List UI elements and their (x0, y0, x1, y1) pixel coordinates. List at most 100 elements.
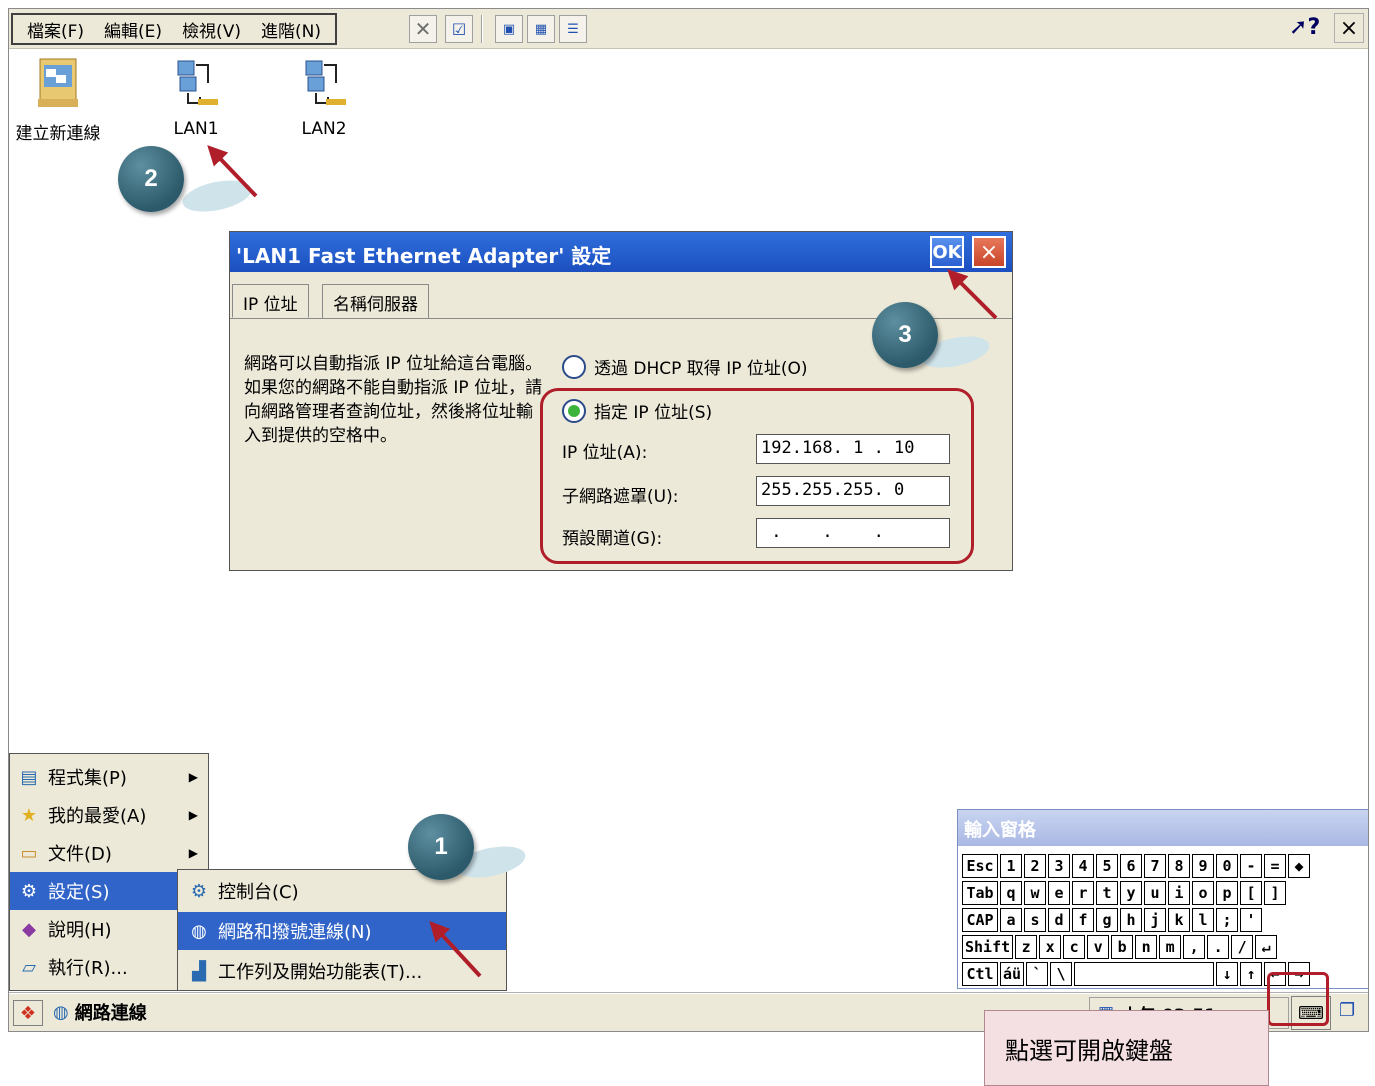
properties-icon[interactable]: ☑ (445, 15, 473, 43)
keyboard-key[interactable]: b (1111, 935, 1134, 959)
close-button[interactable]: × (1334, 13, 1364, 43)
keyboard-key[interactable]: n (1135, 935, 1158, 959)
keyboard-key[interactable]: 8 (1168, 854, 1190, 878)
keyboard-key[interactable]: \ (1050, 962, 1073, 986)
keyboard-key[interactable]: ◆ (1288, 854, 1310, 878)
details-view-icon[interactable]: ☰ (559, 15, 587, 43)
network-adapter-icon (168, 55, 224, 115)
start-menu-label: 執行(R)... (48, 958, 128, 979)
keyboard-key[interactable]: s (1024, 908, 1046, 932)
large-icons-view-icon[interactable]: ▣ (495, 15, 523, 43)
keyboard-key[interactable]: w (1024, 881, 1046, 905)
keyboard-key[interactable]: . (1207, 935, 1230, 959)
radio-dhcp-circle[interactable] (562, 354, 586, 379)
keyboard-key[interactable]: l (1192, 908, 1214, 932)
keyboard-key[interactable]: g (1096, 908, 1118, 932)
keyboard-key[interactable]: 2 (1024, 854, 1046, 878)
documents-icon: ▭ (20, 842, 38, 864)
keyboard-callout: 點選可開啟鍵盤 (984, 1010, 1269, 1086)
keyboard-key[interactable]: 7 (1144, 854, 1166, 878)
start-menu-documents[interactable]: ▭ 文件(D) ▶ (10, 834, 208, 872)
keyboard-key[interactable]: áü (1000, 962, 1025, 986)
settings-submenu: ⚙ 控制台(C) ◍ 網路和撥號連線(N) ▟ 工作列及開始功能表(T)... (177, 869, 507, 991)
keyboard-key[interactable]: ↓ (1216, 962, 1239, 986)
keyboard-key[interactable]: 3 (1048, 854, 1070, 878)
keyboard-key[interactable]: - (1240, 854, 1262, 878)
start-menu-programs[interactable]: ▤ 程式集(P) ▶ (10, 758, 208, 796)
keyboard-key[interactable]: 0 (1216, 854, 1238, 878)
keyboard-key[interactable]: ` (1026, 962, 1049, 986)
keyboard-key[interactable]: ] (1264, 881, 1286, 905)
keyboard-key[interactable]: d (1048, 908, 1070, 932)
tab-ip-address[interactable]: IP 位址 (232, 284, 309, 318)
menu-group: 檔案(F) 編輯(E) 檢視(V) 進階(N) (11, 13, 337, 45)
help-book-icon: ◆ (22, 918, 36, 940)
tab-name-servers[interactable]: 名稱伺服器 (322, 284, 429, 318)
keyboard-key[interactable]: p (1216, 881, 1238, 905)
submenu-control-panel[interactable]: ⚙ 控制台(C) (178, 872, 506, 910)
keyboard-key[interactable]: 4 (1072, 854, 1094, 878)
step-2-badge: 2 (118, 146, 184, 212)
keyboard-key[interactable]: v (1087, 935, 1110, 959)
keyboard-key[interactable]: / (1231, 935, 1254, 959)
keyboard-key[interactable]: Esc (962, 854, 998, 878)
keyboard-key[interactable] (1074, 962, 1215, 986)
keyboard-key[interactable]: c (1063, 935, 1086, 959)
menu-advanced[interactable]: 進階(N) (251, 17, 331, 42)
lan1-settings-dialog: 'LAN1 Fast Ethernet Adapter' 設定 OK × IP … (229, 231, 1013, 571)
keyboard-key[interactable]: , (1183, 935, 1206, 959)
desktop-icon-label: 建立新連線 (15, 124, 101, 144)
keyboard-key[interactable]: z (1015, 935, 1038, 959)
menu-file[interactable]: 檔案(F) (17, 17, 94, 42)
keyboard-key[interactable]: = (1264, 854, 1286, 878)
keyboard-key[interactable]: o (1192, 881, 1214, 905)
keyboard-key[interactable]: 6 (1120, 854, 1142, 878)
keyboard-key[interactable]: Shift (962, 935, 1014, 959)
keyboard-key[interactable]: f (1072, 908, 1094, 932)
menu-edit[interactable]: 編輯(E) (94, 17, 172, 42)
keyboard-key[interactable]: i (1168, 881, 1190, 905)
desktop-icon-lan2[interactable]: LAN2 (269, 55, 379, 139)
dialog-close-button[interactable]: × (972, 236, 1006, 268)
keyboard-row: Ctl áü ` \ ↓ ↑ ← → (962, 962, 1312, 986)
submenu-taskbar[interactable]: ▟ 工作列及開始功能表(T)... (178, 952, 506, 990)
desktop-switch-icon[interactable]: ❐ (1339, 1000, 1355, 1021)
delete-icon[interactable]: ✕ (409, 15, 437, 43)
keyboard-key[interactable]: e (1048, 881, 1070, 905)
keyboard-key[interactable]: CAP (962, 908, 998, 932)
keyboard-key[interactable]: y (1120, 881, 1142, 905)
submenu-network-dialup[interactable]: ◍ 網路和撥號連線(N) (178, 912, 506, 950)
small-icons-view-icon[interactable]: ▦ (527, 15, 555, 43)
desktop-icon-new-connection[interactable]: 建立新連線 (9, 55, 113, 144)
desktop-icon-lan1[interactable]: LAN1 (141, 55, 251, 139)
keyboard-key[interactable]: a (1000, 908, 1022, 932)
menu-view[interactable]: 檢視(V) (172, 17, 251, 42)
ok-button[interactable]: OK (930, 236, 964, 268)
keyboard-key[interactable]: t (1096, 881, 1118, 905)
keyboard-key[interactable]: 9 (1192, 854, 1214, 878)
taskbar-task-network[interactable]: ◍ 網路連線 (53, 999, 147, 1025)
settings-icon: ⚙ (20, 880, 38, 902)
keyboard-key[interactable]: 1 (1000, 854, 1022, 878)
keyboard-key[interactable]: [ (1240, 881, 1262, 905)
keyboard-key[interactable]: k (1168, 908, 1190, 932)
keyboard-key[interactable]: ↑ (1240, 962, 1263, 986)
start-menu-favorites[interactable]: ★ 我的最愛(A) ▶ (10, 796, 208, 834)
keyboard-key[interactable]: m (1159, 935, 1182, 959)
keyboard-key[interactable]: r (1072, 881, 1094, 905)
keyboard-key[interactable]: Tab (962, 881, 998, 905)
keyboard-key[interactable]: j (1144, 908, 1166, 932)
keyboard-key[interactable]: h (1120, 908, 1142, 932)
keyboard-key[interactable]: ; (1216, 908, 1238, 932)
start-button[interactable]: ❖ (13, 1000, 43, 1026)
keyboard-key[interactable]: ' (1240, 908, 1262, 932)
start-menu-label: 程式集(P) (48, 768, 127, 789)
keyboard-key[interactable]: ↵ (1255, 935, 1278, 959)
keyboard-key[interactable]: Ctl (962, 962, 998, 986)
keyboard-key[interactable]: 5 (1096, 854, 1118, 878)
keyboard-key[interactable]: u (1144, 881, 1166, 905)
keyboard-key[interactable]: x (1039, 935, 1062, 959)
radio-dhcp[interactable]: 透過 DHCP 取得 IP 位址(O) (562, 354, 808, 379)
keyboard-key[interactable]: q (1000, 881, 1022, 905)
help-icon[interactable]: ➚? (1289, 15, 1320, 40)
